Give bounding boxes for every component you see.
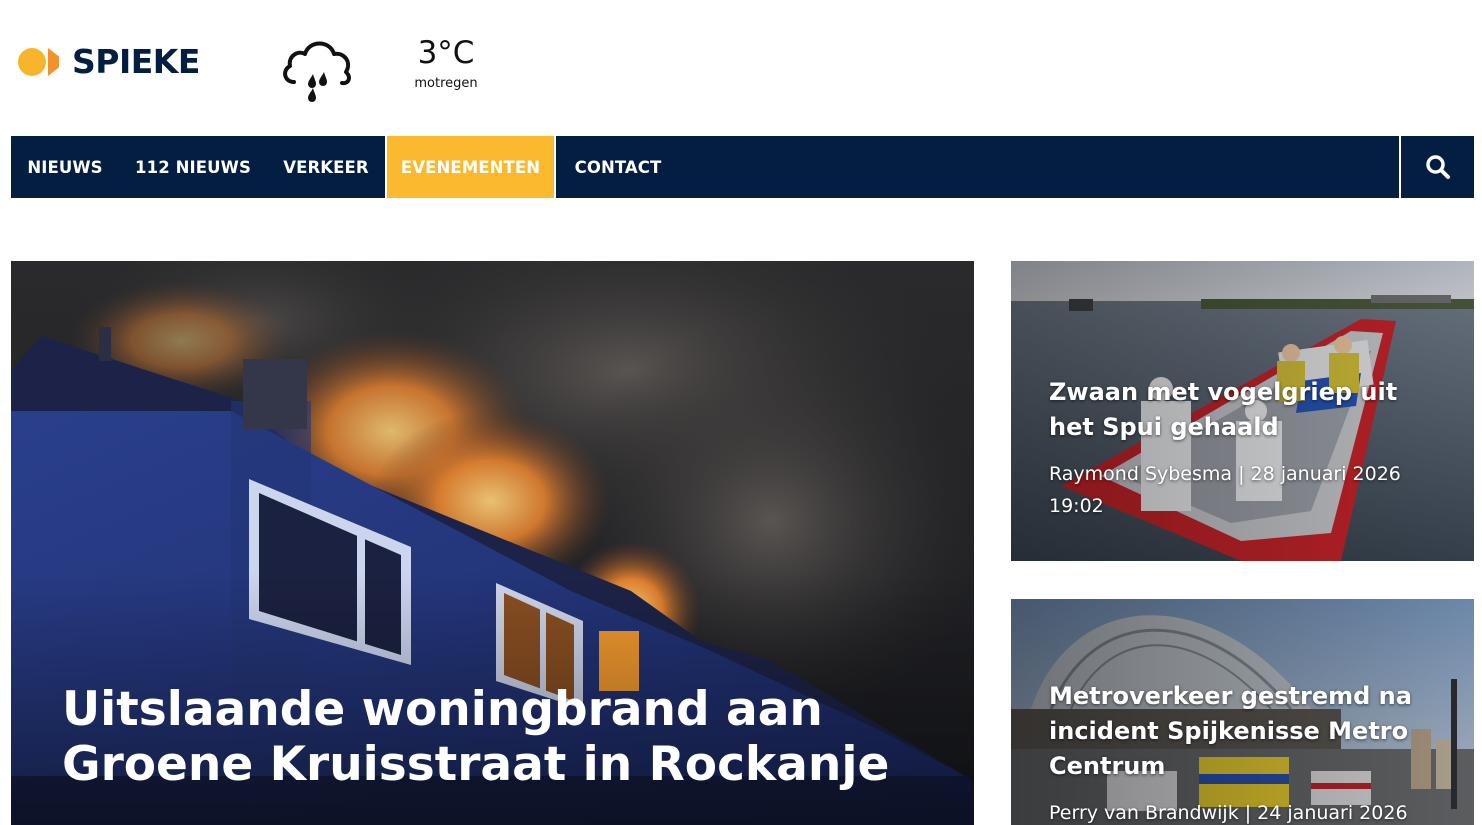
weather-temperature: 3°C: [417, 35, 475, 71]
logo-dot: [18, 48, 46, 76]
site-logo[interactable]: SPIEKE: [18, 42, 200, 82]
nav-item-contact[interactable]: CONTACT: [556, 136, 680, 198]
weather-description: motregen: [414, 76, 478, 91]
nav-item-112-nieuws[interactable]: 112 NIEUWS: [119, 136, 267, 198]
rain-cloud-icon: [283, 41, 351, 102]
article-meta: Raymond Sybesma | 28 januari 2026 19:02: [1049, 463, 1401, 517]
nav-item-nieuws[interactable]: NIEUWS: [11, 136, 119, 198]
search-button[interactable]: [1399, 136, 1474, 198]
search-icon: [1425, 155, 1450, 179]
nav-item-evenementen[interactable]: EVENEMENTEN: [385, 136, 556, 198]
article-title[interactable]: Zwaan met vogelgriep uit het Spui gehaal…: [1049, 375, 1449, 445]
article-meta: Perry van Brandwijk | 24 januari 2026: [1049, 802, 1408, 824]
site-header: SPIEKE 3°C motregen: [0, 0, 1482, 136]
hero-article[interactable]: Uitslaande woningbrand aan Groene Kruiss…: [11, 261, 974, 825]
article-title[interactable]: Metroverkeer gestremd na incident Spijke…: [1049, 679, 1449, 784]
side-article[interactable]: Metroverkeer gestremd na incident Spijke…: [1011, 599, 1474, 825]
nav-item-verkeer[interactable]: VERKEER: [267, 136, 385, 198]
main-navigation: NIEUWS 112 NIEUWS VERKEER EVENEMENTEN CO…: [11, 136, 1474, 198]
logo-text: SPIEKE: [72, 42, 200, 81]
hero-title[interactable]: Uitslaande woningbrand aan Groene Kruiss…: [62, 682, 942, 792]
side-article[interactable]: Zwaan met vogelgriep uit het Spui gehaal…: [1011, 261, 1474, 561]
